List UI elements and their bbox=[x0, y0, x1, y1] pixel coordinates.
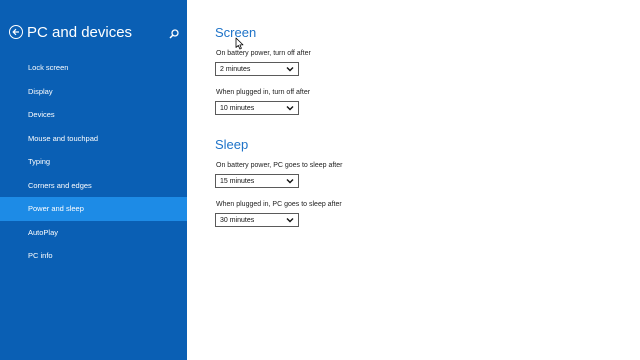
screen-plugged-value: 10 minutes bbox=[220, 104, 255, 112]
sleep-battery-dropdown[interactable]: 15 minutes bbox=[215, 174, 299, 188]
screen-battery-dropdown[interactable]: 2 minutes bbox=[215, 62, 299, 76]
sidebar: PC and devices Lock screen Display Devic… bbox=[0, 0, 187, 360]
screen-battery-label: On battery power, turn off after bbox=[216, 50, 311, 57]
back-arrow-icon[interactable] bbox=[9, 25, 23, 39]
search-icon[interactable] bbox=[168, 27, 180, 39]
sleep-heading: Sleep bbox=[215, 137, 249, 152]
sleep-plugged-dropdown[interactable]: 30 minutes bbox=[215, 213, 299, 227]
sleep-plugged-value: 30 minutes bbox=[220, 216, 255, 224]
sidebar-item-autoplay[interactable]: AutoPlay bbox=[0, 221, 187, 245]
sleep-plugged-label: When plugged in, PC goes to sleep after bbox=[216, 201, 342, 208]
sleep-battery-value: 15 minutes bbox=[220, 177, 255, 185]
sidebar-item-devices[interactable]: Devices bbox=[0, 103, 187, 127]
sidebar-title: PC and devices bbox=[27, 24, 133, 41]
sidebar-item-mouse-and-touchpad[interactable]: Mouse and touchpad bbox=[0, 127, 187, 151]
mouse-cursor-icon bbox=[235, 37, 244, 50]
sleep-battery-label: On battery power, PC goes to sleep after bbox=[216, 162, 343, 169]
sidebar-item-corners-and-edges[interactable]: Corners and edges bbox=[0, 174, 187, 198]
screen-plugged-dropdown[interactable]: 10 minutes bbox=[215, 101, 299, 115]
chevron-down-icon bbox=[286, 67, 294, 72]
chevron-down-icon bbox=[286, 218, 294, 223]
chevron-down-icon bbox=[286, 106, 294, 111]
chevron-down-icon bbox=[286, 179, 294, 184]
main-content: Screen On battery power, turn off after … bbox=[215, 0, 640, 360]
screen-plugged-label: When plugged in, turn off after bbox=[216, 89, 311, 96]
screen-battery-value: 2 minutes bbox=[220, 65, 251, 73]
sidebar-item-display[interactable]: Display bbox=[0, 80, 187, 104]
sidebar-nav: Lock screen Display Devices Mouse and to… bbox=[0, 56, 187, 268]
sidebar-item-power-and-sleep[interactable]: Power and sleep bbox=[0, 197, 187, 221]
sidebar-item-typing[interactable]: Typing bbox=[0, 150, 187, 174]
sidebar-item-lock-screen[interactable]: Lock screen bbox=[0, 56, 187, 80]
sidebar-item-pc-info[interactable]: PC info bbox=[0, 244, 187, 268]
